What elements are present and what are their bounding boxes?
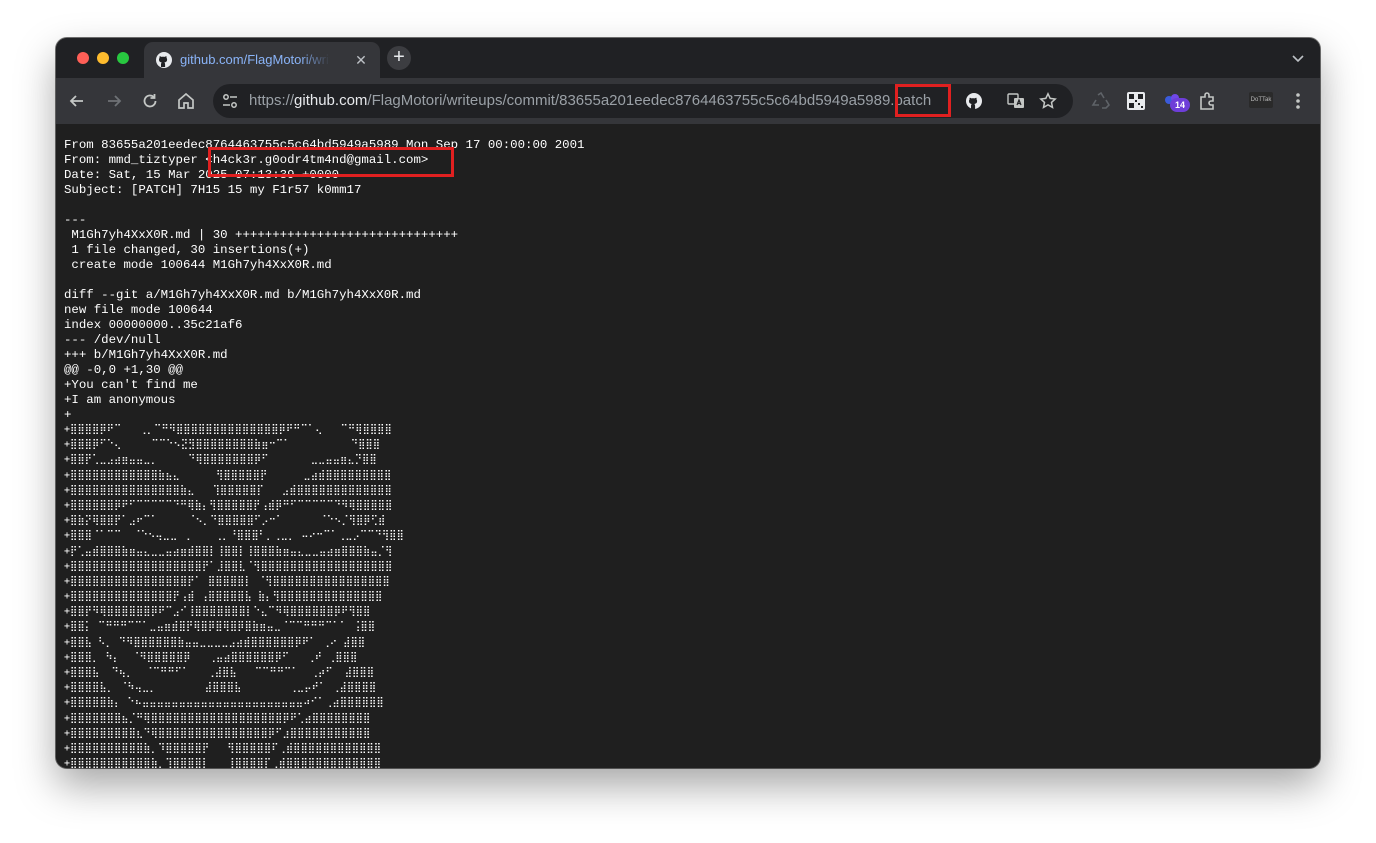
ascii-art-line: +⣿⣿⣿⣿⡿⠟⠉ ⢀⡀⠉⠛⠻⣿⣿⣿⣿⣿⣿⣿⣿⣿⣿⣿⣿⣿⣿⡿⠟⠛⠉⠁⢄ ⠉⠛⢿⣿⣿…	[64, 424, 392, 435]
ascii-art-line: +⣿⣿⣿⡀ ⠳⡄ ⠈⠻⣿⣿⣿⣿⣿⡿ ⢀⣤⣴⣿⣿⣿⣿⣿⣿⡿⠋ ⢀⠞ ⢀⣿⣿⣿	[64, 651, 358, 663]
new-tab-button[interactable]: +	[387, 46, 411, 70]
ascii-art-line: +⣿⣿⣿⣿⣿⣷⡄ ⠑⠦⣤⣤⣤⣤⣤⣤⣤⣤⣤⣤⣤⣤⣤⣤⣤⣤⣤⣤⣤⣤⣤⣤⠴⠊⠁⢀⣴⣿⣿…	[64, 697, 384, 709]
ascii-art-line: +⣿⣿⡅ ⠉⠛⠛⠛⠉⠉⠁⣀⣤⣶⣾⣿⡟⢿⣿⡿⣿⢿⣿⡿⣿⣷⣶⣤⣀⠈⠉⠉⠛⠛⠛⠉⠁⠁ …	[64, 621, 376, 633]
more-vertical-icon[interactable]	[1287, 90, 1309, 112]
ascii-art-line: +⣿⣿⣿⣧ ⠙⢦⡀ ⠈⠉⠛⠛⠋⠁ ⢀⣼⣿⣧ ⠉⠉⠛⠛⠉⠁ ⢀⡴⠋ ⣼⣿⣿⣿	[64, 667, 375, 678]
ascii-art-line: +⣿⣿⣿⣿⣿⣿⣿⣦⡈⠛⢿⣿⣿⣿⣿⣿⣿⣿⣿⣿⣿⣿⣿⣿⣿⣿⣿⣿⣿⡿⠟⢁⣴⣿⣿⣿⣿⣿⣿…	[64, 712, 371, 724]
patch-subject: Subject: [PATCH] 7H15 15 my F1r57 k0mm17	[64, 183, 362, 197]
tab-github-patch[interactable]: github.com/FlagMotori/writeups ✕	[144, 42, 380, 78]
diff-added-line: +	[64, 408, 72, 422]
patch-author-name: From: mmd_tiztyper	[64, 153, 206, 167]
ascii-art-line: +⣿⣿⣿⣿⣿⣿⣿⣿⣿⣿⣿⣿⣿⣿⣿⣿⡟⠁ ⣿⣿⣿⣿⣿⡇ ⠈⢻⣿⣿⣿⣿⣿⣿⣿⣿⣿⣿⣿…	[64, 575, 390, 587]
ascii-art-line: +⣿⣿⣿⣿⣿⣿⣿⣿⣿⣿⣷⡀⠹⣿⣿⣿⣿⣿⡟ ⢻⣿⣿⣿⣿⣿⠏⢀⣾⣿⣿⣿⣿⣿⣿⣿⣿⣿⣿…	[64, 742, 382, 754]
patch-separator: ---	[64, 213, 87, 227]
ascii-art-block: +⣿⣿⣿⣿⡿⠟⠉ ⢀⡀⠉⠛⠻⣿⣿⣿⣿⣿⣿⣿⣿⣿⣿⣿⣿⣿⣿⡿⠟⠛⠉⠁⢄ ⠉⠛⢿⣿⣿…	[64, 422, 404, 768]
github-icon	[156, 52, 172, 68]
ascii-art-line: +⡟⢁⣤⣾⣿⣿⣿⣷⣶⣤⣄⣀⣀⣤⣴⣶⣾⣿⣿⡇⢸⣿⣿⡇⢸⣿⣿⣿⣷⣶⣤⣄⣀⣀⣤⣴⣶⣿⣿…	[64, 545, 393, 557]
ascii-art-line: +⣿⣿⡟⠻⢿⣿⣿⣿⣿⣿⣿⡿⠟⠉⣠⠊⢸⣿⣿⣿⣿⣿⣿⣿⡇⠑⣄⠉⠻⢿⣿⣿⣿⣿⣿⣿⡿⠟⢻…	[64, 606, 371, 618]
extensions-puzzle-icon[interactable]	[1197, 90, 1219, 112]
url-host: github.com	[294, 92, 368, 109]
chevron-down-icon[interactable]	[1290, 50, 1306, 66]
diff-hunk-header: @@ -0,0 +1,30 @@	[64, 363, 183, 377]
diff-added-line: +You can't find me	[64, 378, 198, 392]
back-button[interactable]	[66, 90, 88, 112]
url-path: /FlagMotori/writeups/commit/83655a201eed…	[367, 92, 882, 109]
diffstat-summary: 1 file changed, 30 insertions(+)	[64, 243, 310, 257]
ascii-art-line: +⣿⣿⡟⢁⣀⣠⣴⣶⣤⣤⣀⡀ ⠙⢿⣿⣿⣿⣿⣿⣿⣿⡿⠋ ⣀⣀⣤⣤⣶⣄⡙⣿⣿	[64, 454, 377, 466]
qr-code-icon[interactable]	[1125, 90, 1147, 112]
minimize-window-button[interactable]	[97, 52, 109, 64]
tab-strip: github.com/FlagMotori/writeups ✕ +	[56, 38, 1320, 78]
page-content: From 83655a201eedec8764463755c5c64bd5949…	[56, 124, 1320, 768]
translate-icon[interactable]	[1007, 92, 1025, 110]
reload-icon	[143, 94, 157, 108]
highlight-patch-extension	[895, 84, 951, 117]
ascii-art-line: +⣿⣿⣿⣿⣿⣿⣿⣿⣿⣿⣿⣿⣿⣿⡟⢠⣾ ⢠⣿⣿⣿⣿⣿⣧ ⣷⡄⢻⣿⣿⣿⣿⣿⣿⣿⣿⣿⣿…	[64, 591, 383, 603]
diffstat-file: M1Gh7yh4XxX0R.md | 30 ++++++++++++++++++…	[64, 228, 459, 242]
arrow-left-icon	[69, 95, 83, 107]
zoom-window-button[interactable]	[117, 52, 129, 64]
ascii-art-line: +⣿⣿⣿⣿⣿⣿⣿⣿⣿⣿⣿⣷⡀⢹⣿⣿⣿⣿⡇ ⢸⣿⣿⣿⣿⡏⢀⣾⣿⣿⣿⣿⣿⣿⣿⣿⣿⣿⣿…	[64, 758, 382, 768]
ascii-art-line: +⣿⣿⣿⣿⣿⣿⣿⣿⣿⣿⣿⣿⣿⣿⣿⣿⣿⣿⡟⠁⣸⣿⣿⣇⠈⢻⣿⣿⣿⣿⣿⣿⣿⣿⣿⣿⣿⣿⣿…	[64, 560, 393, 572]
home-icon	[178, 92, 194, 109]
ascii-art-line: +⣿⣿⣿⣿⣿⣿⣿⣿⣿⣿⣿⣿⣿⣿⣿⣷⣄ ⢹⣿⣿⣿⣿⣿⡏ ⣠⣾⣿⣿⣿⣿⣿⣿⣿⣿⣿⣿⣿…	[64, 484, 392, 496]
arrow-right-icon	[108, 95, 122, 107]
ascii-art-line: +⣿⣷⡝⢿⣿⣿⡟⠁⣠⠖⠉⠁ ⠈⠢⡀⠙⣿⣿⣿⣿⣿⠋⡠⠒⠁ ⠈⠑⠢⡈⢻⣿⡿⢋⣾	[64, 515, 386, 527]
ascii-art-line: +⣿⣿⣿⣿⣿⣿⣿⣿⣿⣿⣿⣿⣷⣦⣄ ⢻⣿⣿⣿⣿⣿⡟ ⣀⣴⣾⣿⣿⣿⣿⣿⣿⣿⣿⣿	[64, 469, 392, 481]
highlight-author-email	[208, 147, 454, 177]
recycle-icon[interactable]	[1090, 90, 1112, 112]
patch-text: From 83655a201eedec8764463755c5c64bd5949…	[64, 138, 585, 423]
ascii-art-line: +⣿⣿⣧ ⠣⡀ ⠙⠻⣿⣿⣿⣿⣿⣿⣷⣤⣤⣀⣀⣀⣀⣠⣴⣾⣿⣿⣿⣿⣿⣿⡿⠟⠁ ⢀⠔ ⣼…	[64, 636, 366, 648]
ascii-art-line: +⣿⣿⣿⡿⠋⠑⢄ ⠉⠉⠑⠢⣝⣻⣿⣿⣿⣿⣿⣿⣿⣿⣷⣶⠒⠉⠁ ⠙⣿⣿⣿	[64, 439, 381, 451]
forward-button[interactable]	[103, 90, 125, 112]
diff-header: diff --git a/M1Gh7yh4XxX0R.md b/M1Gh7yh4…	[64, 288, 421, 302]
site-settings-icon[interactable]	[221, 92, 239, 110]
diffstat-create-mode: create mode 100644 M1Gh7yh4XxX0R.md	[64, 258, 332, 272]
extension-badge: 14	[1170, 98, 1190, 112]
ascii-art-line: +⣿⣿⣿⣿⣧⡀ ⠈⠳⢤⣀⡀ ⣼⣿⣿⣿⣧ ⢀⣀⡤⠞⠁ ⢀⣼⣿⣿⣿⣿	[64, 682, 377, 694]
ascii-art-line: +⣿⣿⣿⣿⣿⣿⡿⠟⠋⠉⠉⠉⠉⠉⠙⠛⢿⣷⡄⢻⣿⣿⣿⣿⣿⡟⢠⣾⡿⠛⠋⠉⠉⠉⠉⠉⠙⠻⢿…	[64, 499, 393, 511]
diff-new-file: +++ b/M1Gh7yh4XxX0R.md	[64, 348, 228, 362]
profile-avatar[interactable]: DoTTak	[1249, 92, 1273, 108]
diff-mode: new file mode 100644	[64, 303, 213, 317]
browser-toolbar: https://github.com/FlagMotori/writeups/c…	[56, 78, 1320, 124]
github-icon[interactable]	[965, 92, 983, 110]
diff-added-line: +I am anonymous	[64, 393, 176, 407]
home-button[interactable]	[175, 90, 197, 112]
diff-index: index 00000000..35c21af6	[64, 318, 243, 332]
bookmark-star-icon[interactable]	[1039, 92, 1057, 110]
url-text[interactable]: https://github.com/FlagMotori/writeups/c…	[249, 92, 931, 109]
tab-title: github.com/FlagMotori/writeups	[180, 52, 330, 67]
close-window-button[interactable]	[77, 52, 89, 64]
ascii-art-line: +⣿⣿⣿⣿⣿⣿⣿⣿⣿⣆⠙⢿⣿⣿⣿⣿⣿⣿⣿⣿⣿⣿⣿⣿⣿⣿⣿⡿⠋⣰⣿⣿⣿⣿⣿⣿⣿⣿⣿…	[64, 727, 371, 739]
diff-old-file: --- /dev/null	[64, 333, 161, 347]
close-tab-icon[interactable]: ✕	[352, 51, 370, 69]
url-scheme: https://	[249, 92, 295, 109]
reload-button[interactable]	[139, 90, 161, 112]
ascii-art-line: +⣿⣿⣿⠈⠁⠉⠉ ⠈⠑⠢⢤⣀⣀ ⢀ ⢀⡀⠘⣿⣿⣿⠃⡀⢀⣀⡀ ⠤⠔⠒⠉⠁⢀⣀⡠⠉⠉…	[64, 530, 404, 542]
